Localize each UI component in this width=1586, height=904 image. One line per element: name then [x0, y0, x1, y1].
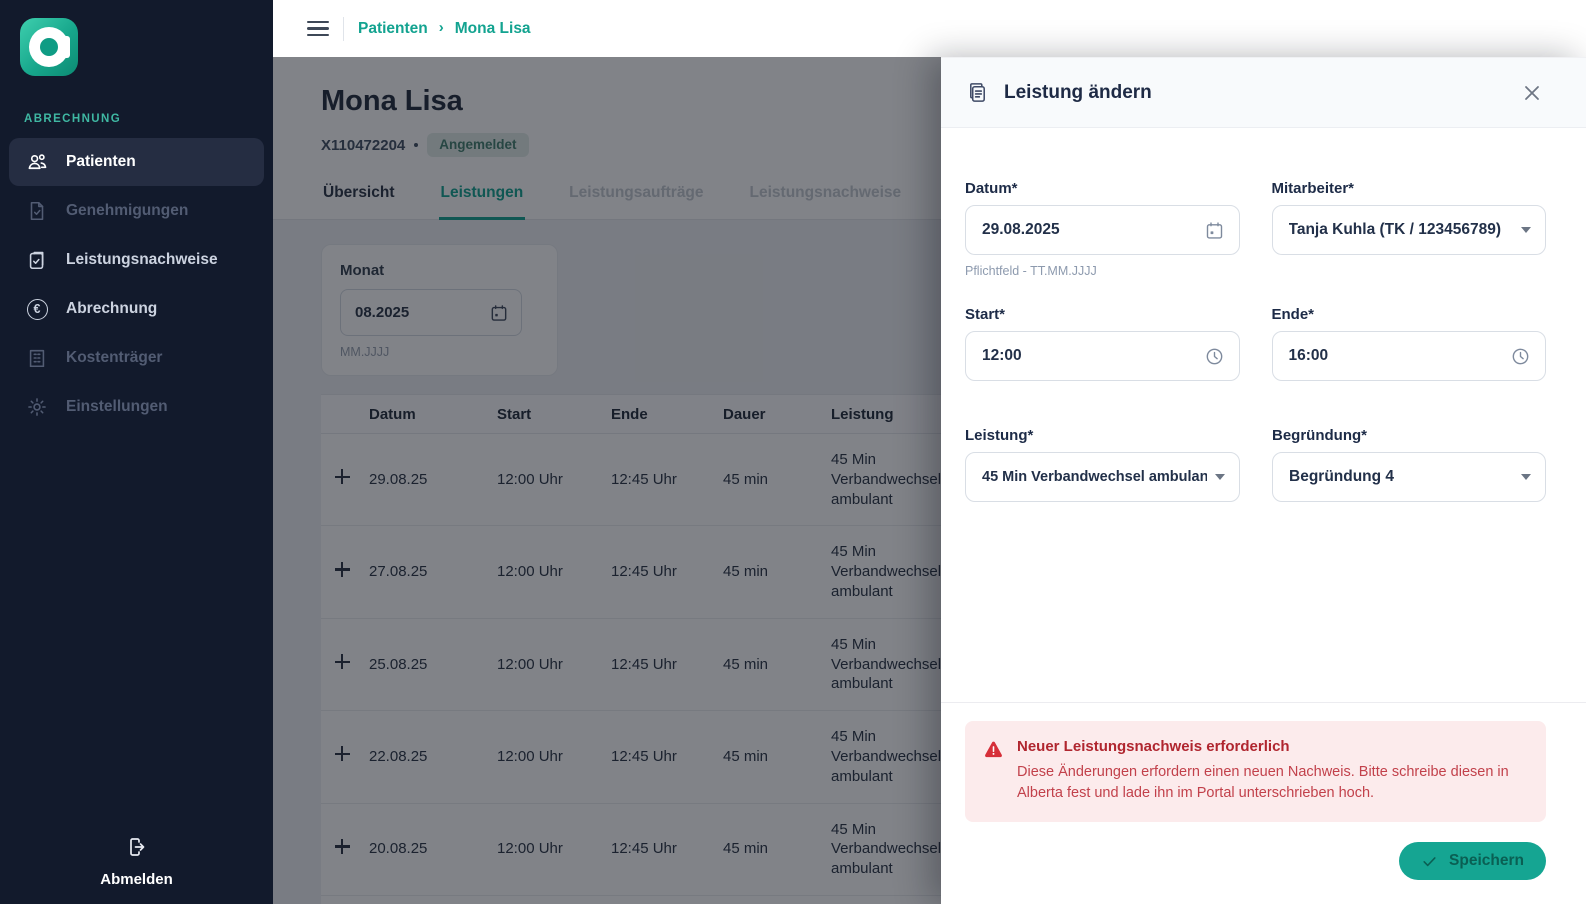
- warning-text: Neuer Leistungsnachweis erforderlich Die…: [1017, 738, 1522, 804]
- edit-service-drawer: Leistung ändern Datum* 29.08.2025 Pflich…: [941, 57, 1586, 904]
- field-ende-label: Ende*: [1271, 306, 1315, 323]
- clock-icon[interactable]: [1204, 346, 1225, 367]
- field-datum-helper: Pflichtfeld - TT.MM.JJJJ: [965, 264, 1097, 278]
- field-datum-label: Datum*: [965, 180, 1018, 197]
- breadcrumb-patienten-link[interactable]: Patienten: [358, 20, 428, 38]
- field-datum: Datum* 29.08.2025 Pflichtfeld - TT.MM.JJ…: [965, 180, 1240, 278]
- footer-actions: Speichern: [965, 842, 1546, 880]
- warning-body: Diese Änderungen erfordern einen neuen N…: [1017, 763, 1509, 801]
- topbar-divider: [343, 16, 344, 41]
- field-ende-input[interactable]: 16:00: [1271, 331, 1546, 381]
- logout-label: Abmelden: [100, 871, 173, 888]
- topbar: Patienten › Mona Lisa: [273, 0, 1586, 57]
- drawer-title: Leistung ändern: [1004, 81, 1152, 103]
- drawer-footer: Neuer Leistungsnachweis erforderlich Die…: [941, 701, 1586, 904]
- sidebar-nav: Patienten Genehmigungen Leistungsnachwei…: [0, 138, 273, 431]
- field-datum-input[interactable]: 29.08.2025: [965, 205, 1240, 255]
- field-mitarbeiter: Mitarbeiter* Tanja Kuhla (TK / 123456789…: [1271, 180, 1546, 278]
- warning-triangle-icon: [985, 741, 1002, 758]
- clock-icon[interactable]: [1510, 346, 1531, 367]
- sidebar-item-label: Kostenträger: [66, 349, 163, 366]
- breadcrumb: Patienten › Mona Lisa: [358, 19, 531, 38]
- chevron-down-icon: [1521, 474, 1531, 480]
- breadcrumb-chevron-icon: ›: [438, 19, 444, 36]
- sidebar-item-einstellungen[interactable]: Einstellungen: [9, 383, 264, 431]
- field-leistung-value: 45 Min Verbandwechsel ambulant: [982, 469, 1207, 485]
- save-button-label: Speichern: [1449, 852, 1524, 869]
- sidebar-item-kostentraeger[interactable]: Kostenträger: [9, 334, 264, 382]
- field-leistung-label: Leistung*: [965, 427, 1034, 444]
- breadcrumb-current[interactable]: Mona Lisa: [455, 20, 531, 38]
- check-icon: [1423, 856, 1436, 866]
- chevron-down-icon: [1215, 474, 1225, 480]
- field-start: Start* 12:00: [965, 306, 1240, 381]
- field-begruendung: Begründung* Begründung 4: [1272, 427, 1546, 502]
- field-leistung: Leistung* 45 Min Verbandwechsel ambulant: [965, 427, 1240, 502]
- field-ende-value: 16:00: [1288, 347, 1329, 364]
- field-start-label: Start*: [965, 306, 1006, 323]
- field-start-input[interactable]: 12:00: [965, 331, 1240, 381]
- calendar-icon[interactable]: [1204, 220, 1225, 241]
- sidebar-item-label: Genehmigungen: [66, 202, 189, 219]
- sidebar-item-leistungsnachweise[interactable]: Leistungsnachweise: [9, 236, 264, 284]
- field-ende: Ende* 16:00: [1271, 306, 1546, 381]
- building-icon: [25, 346, 49, 370]
- field-mitarbeiter-value: Tanja Kuhla (TK / 123456789): [1288, 221, 1502, 238]
- logout-button[interactable]: Abmelden: [0, 835, 273, 904]
- sidebar-item-patienten[interactable]: Patienten: [9, 138, 264, 186]
- logout-icon: [125, 835, 149, 864]
- field-datum-value: 29.08.2025: [982, 221, 1060, 238]
- gear-icon: [25, 395, 49, 419]
- drawer-header: Leistung ändern: [941, 57, 1586, 128]
- sidebar: ABRECHNUNG Patienten Genehmigungen Leist…: [0, 0, 273, 904]
- sidebar-section-label: ABRECHNUNG: [24, 113, 122, 125]
- copy-document-icon: [970, 83, 985, 102]
- warning-banner: Neuer Leistungsnachweis erforderlich Die…: [965, 720, 1546, 822]
- field-start-value: 12:00: [982, 347, 1022, 364]
- sidebar-item-abrechnung[interactable]: € Abrechnung: [9, 285, 264, 333]
- field-mitarbeiter-select[interactable]: Tanja Kuhla (TK / 123456789): [1271, 205, 1546, 255]
- sidebar-item-label: Patienten: [66, 153, 136, 170]
- warning-title: Neuer Leistungsnachweis erforderlich: [1017, 737, 1290, 755]
- field-mitarbeiter-label: Mitarbeiter*: [1271, 180, 1355, 197]
- sidebar-item-label: Einstellungen: [66, 398, 168, 415]
- sidebar-item-label: Abrechnung: [66, 300, 158, 317]
- save-button[interactable]: Speichern: [1399, 842, 1546, 880]
- hamburger-menu-icon[interactable]: [307, 20, 329, 37]
- field-leistung-select[interactable]: 45 Min Verbandwechsel ambulant: [965, 452, 1240, 502]
- drawer-body: Datum* 29.08.2025 Pflichtfeld - TT.MM.JJ…: [941, 128, 1586, 702]
- app-root: ABRECHNUNG Patienten Genehmigungen Leist…: [0, 0, 1586, 904]
- document-check-icon: [25, 199, 49, 223]
- field-begruendung-label: Begründung*: [1272, 427, 1367, 444]
- field-begruendung-select[interactable]: Begründung 4: [1272, 452, 1546, 502]
- sidebar-item-label: Leistungsnachweise: [66, 251, 218, 268]
- close-icon[interactable]: [1518, 79, 1546, 107]
- euro-icon: €: [25, 297, 49, 321]
- chevron-down-icon: [1521, 227, 1531, 233]
- sidebar-item-genehmigungen[interactable]: Genehmigungen: [9, 187, 264, 235]
- patients-icon: [25, 150, 49, 174]
- app-logo: [20, 18, 78, 76]
- clipboard-check-icon: [25, 248, 49, 272]
- field-begruendung-value: Begründung 4: [1289, 468, 1395, 485]
